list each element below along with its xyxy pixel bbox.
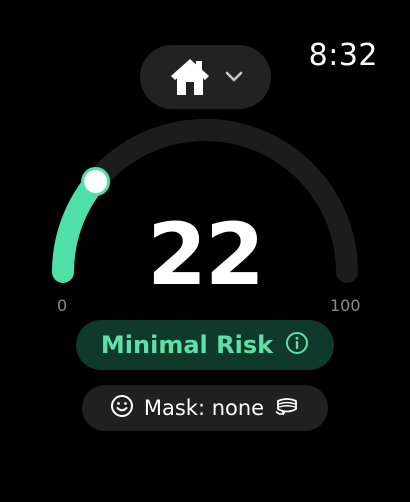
face-mask-icon (274, 394, 300, 422)
risk-level-button[interactable]: Minimal Risk (76, 320, 334, 370)
risk-score-value: 22 (147, 205, 265, 305)
gauge-min-label: 0 (57, 296, 68, 315)
gauge-knob (81, 166, 111, 196)
mask-setting-label: Mask: none (143, 396, 265, 420)
smiley-face-icon (110, 394, 134, 422)
gauge-max-label: 100 (330, 296, 361, 315)
info-icon (285, 331, 309, 359)
risk-level-label: Minimal Risk (100, 331, 274, 359)
mask-setting-button[interactable]: Mask: none (82, 385, 328, 431)
